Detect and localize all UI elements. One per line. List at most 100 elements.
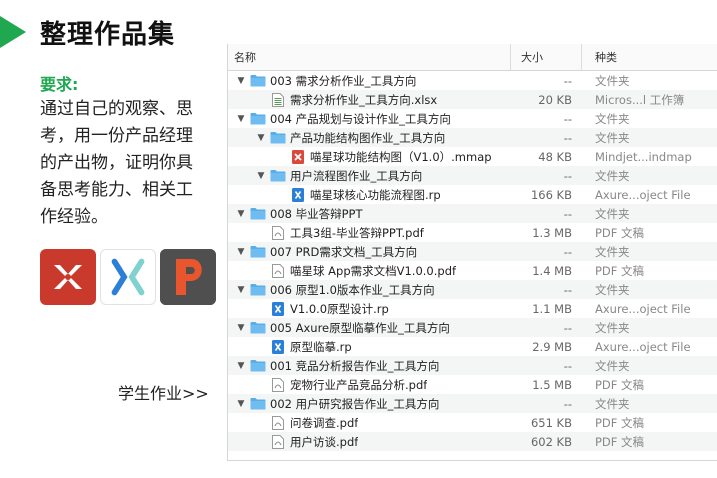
size-cell: -- [563, 396, 572, 411]
disclosure-triangle-icon[interactable]: ▼ [235, 247, 247, 257]
folder-row[interactable]: ▼ 004 产品规划与设计作业_工具方向 -- 文件夹 [228, 109, 717, 128]
file-name: 原型临摹.rp [290, 339, 352, 354]
folder-row[interactable]: ▼ 用户流程图作业_工具方向 -- 文件夹 [228, 166, 717, 185]
folder-icon [270, 169, 286, 183]
folder-icon [250, 359, 266, 373]
file-name: 007 PRD需求文档_工具方向 [270, 244, 418, 259]
kind-cell: 文件夹 [595, 396, 630, 411]
file-name: 008 毕业答辩PPT [270, 206, 363, 221]
ppt-icon [160, 249, 216, 305]
name-cell: ▼ 004 产品规划与设计作业_工具方向 [228, 111, 511, 127]
size-cell: 1.4 MB [532, 263, 572, 278]
kind-cell: Axure...oject File [595, 301, 691, 316]
folder-row[interactable]: ▼ 007 PRD需求文档_工具方向 -- 文件夹 [228, 242, 717, 261]
kind-cell: Axure...oject File [595, 339, 691, 354]
column-header-size[interactable]: 大小 [511, 44, 582, 70]
folder-icon [270, 131, 286, 145]
size-cell: -- [563, 111, 572, 126]
pdf-file-icon [270, 434, 286, 449]
kind-cell: 文件夹 [595, 282, 630, 297]
column-header-name[interactable]: 名称 [228, 44, 511, 70]
disclosure-triangle-icon[interactable]: ▼ [235, 361, 247, 371]
kind-cell: 文件夹 [595, 244, 630, 259]
file-row[interactable]: V1.0.0原型设计.rp 1.1 MB Axure...oject File [228, 299, 717, 318]
file-row[interactable]: 喵星球核心功能流程图.rp 166 KB Axure...oject File [228, 185, 717, 204]
mindmap-file-icon [290, 149, 306, 164]
file-row[interactable]: 喵星球 App需求文档V1.0.0.pdf 1.4 MB PDF 文稿 [228, 261, 717, 280]
file-name: 问卷调查.pdf [290, 415, 359, 430]
file-name: V1.0.0原型设计.rp [290, 301, 389, 316]
name-cell: 工具3组-毕业答辩PPT.pdf [228, 225, 511, 241]
size-cell: -- [563, 244, 572, 259]
folder-icon [250, 112, 266, 126]
file-row[interactable]: 宠物行业产品竞品分析.pdf 1.5 MB PDF 文稿 [228, 375, 717, 394]
size-cell: -- [563, 206, 572, 221]
name-cell: ▼ 产品功能结构图作业_工具方向 [228, 130, 511, 146]
disclosure-triangle-icon[interactable]: ▼ [255, 133, 267, 143]
folder-row[interactable]: ▼ 003 需求分析作业_工具方向 -- 文件夹 [228, 71, 717, 90]
xlsx-file-icon [270, 92, 286, 107]
requirement-label: 要求: [40, 75, 79, 94]
file-name: 宠物行业产品竞品分析.pdf [290, 377, 428, 392]
folder-icon [250, 245, 266, 259]
name-cell: ▼ 001 竞品分析报告作业_工具方向 [228, 358, 511, 374]
name-cell: ▼ 002 用户研究报告作业_工具方向 [228, 396, 511, 412]
file-row[interactable]: 工具3组-毕业答辩PPT.pdf 1.3 MB PDF 文稿 [228, 223, 717, 242]
size-cell: 1.3 MB [532, 225, 572, 240]
file-row[interactable]: 用户访谈.pdf 602 KB PDF 文稿 [228, 432, 717, 451]
file-name: 喵星球核心功能流程图.rp [310, 187, 441, 202]
size-cell: -- [563, 358, 572, 373]
title-arrow-icon [0, 16, 26, 48]
name-cell: 宠物行业产品竞品分析.pdf [228, 377, 511, 393]
file-name: 用户流程图作业_工具方向 [290, 168, 423, 183]
folder-row[interactable]: ▼ 006 原型1.0版本作业_工具方向 -- 文件夹 [228, 280, 717, 299]
size-cell: -- [563, 282, 572, 297]
file-row[interactable]: 需求分析作业_工具方向.xlsx 20 KB Micros...l 工作簿 [228, 90, 717, 109]
disclosure-triangle-icon[interactable]: ▼ [235, 399, 247, 409]
column-header-kind[interactable]: 种类 [582, 44, 717, 70]
disclosure-triangle-icon[interactable]: ▼ [235, 114, 247, 124]
app-icons [40, 249, 216, 305]
folder-icon [250, 397, 266, 411]
folder-row[interactable]: ▼ 005 Axure原型临摹作业_工具方向 -- 文件夹 [228, 318, 717, 337]
pdf-file-icon [270, 415, 286, 430]
folder-row[interactable]: ▼ 产品功能结构图作业_工具方向 -- 文件夹 [228, 128, 717, 147]
size-cell: 48 KB [538, 149, 572, 164]
file-name: 006 原型1.0版本作业_工具方向 [270, 282, 435, 297]
disclosure-triangle-icon[interactable]: ▼ [235, 76, 247, 86]
kind-cell: 文件夹 [595, 206, 630, 221]
size-cell: -- [563, 320, 572, 335]
disclosure-triangle-icon[interactable]: ▼ [235, 285, 247, 295]
kind-cell: 文件夹 [595, 320, 630, 335]
disclosure-triangle-icon[interactable]: ▼ [235, 323, 247, 333]
axure-icon [100, 249, 156, 305]
name-cell: 喵星球功能结构图（V1.0）.mmap [228, 149, 511, 165]
file-name: 004 产品规划与设计作业_工具方向 [270, 111, 451, 126]
disclosure-triangle-icon[interactable]: ▼ [255, 171, 267, 181]
disclosure-triangle-icon[interactable]: ▼ [235, 209, 247, 219]
file-name: 产品功能结构图作业_工具方向 [290, 130, 446, 145]
name-cell: ▼ 005 Axure原型临摹作业_工具方向 [228, 320, 511, 336]
kind-cell: 文件夹 [595, 358, 630, 373]
size-cell: 166 KB [530, 187, 572, 202]
kind-cell: PDF 文稿 [595, 415, 645, 430]
axure-file-icon [270, 339, 286, 354]
name-cell: ▼ 006 原型1.0版本作业_工具方向 [228, 282, 511, 298]
kind-cell: PDF 文稿 [595, 225, 645, 240]
size-cell: -- [563, 168, 572, 183]
kind-cell: 文件夹 [595, 130, 630, 145]
file-row[interactable]: 喵星球功能结构图（V1.0）.mmap 48 KB Mindjet...indmap [228, 147, 717, 166]
file-row[interactable]: 原型临摹.rp 2.9 MB Axure...oject File [228, 337, 717, 356]
file-row[interactable]: 问卷调查.pdf 651 KB PDF 文稿 [228, 413, 717, 432]
file-name: 工具3组-毕业答辩PPT.pdf [290, 225, 424, 240]
folder-row[interactable]: ▼ 002 用户研究报告作业_工具方向 -- 文件夹 [228, 394, 717, 413]
kind-cell: 文件夹 [595, 111, 630, 126]
file-name: 005 Axure原型临摹作业_工具方向 [270, 320, 450, 335]
folder-row[interactable]: ▼ 008 毕业答辩PPT -- 文件夹 [228, 204, 717, 223]
file-name: 002 用户研究报告作业_工具方向 [270, 396, 440, 411]
folder-icon [250, 74, 266, 88]
kind-cell: PDF 文稿 [595, 377, 645, 392]
folder-row[interactable]: ▼ 001 竞品分析报告作业_工具方向 -- 文件夹 [228, 356, 717, 375]
pdf-file-icon [270, 263, 286, 278]
student-work-link[interactable]: 学生作业>> [118, 380, 209, 404]
